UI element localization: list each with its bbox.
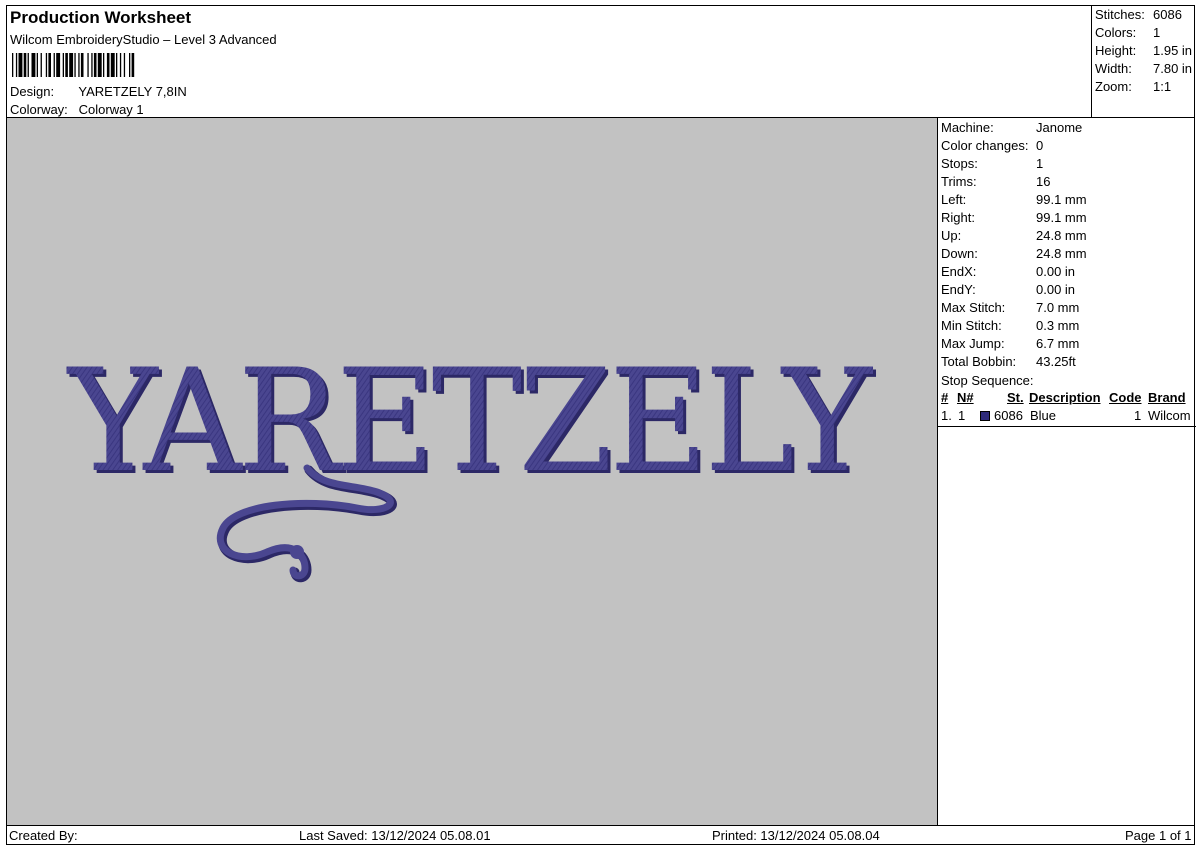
spec-value: 43.25ft: [1036, 354, 1076, 369]
summary-label: Width:: [1095, 61, 1132, 76]
software-name: Wilcom EmbroideryStudio – Level 3 Advanc…: [10, 32, 277, 47]
spec-row: Trims: 16: [941, 174, 1050, 192]
summary-value: 6086: [1153, 7, 1182, 22]
col-code: Code: [1109, 390, 1142, 405]
design-name: YARETZELY 7,8IN: [78, 84, 187, 99]
spec-label: Stops:: [941, 156, 978, 171]
spec-label: Left:: [941, 192, 967, 207]
spec-row: Left: 99.1 mm: [941, 192, 1087, 210]
spec-value: 16: [1036, 174, 1051, 189]
summary-width: Width: 7.80 in: [1095, 61, 1192, 76]
stop-sequence-header: # N# St. Description Code Brand: [938, 390, 1194, 408]
row-brand: Wilcom: [1148, 408, 1191, 423]
spec-row: EndX: 0.00 in: [941, 264, 1075, 282]
spec-label: Right:: [941, 210, 975, 225]
col-st: St.: [1007, 390, 1024, 405]
col-n: N#: [957, 390, 974, 405]
row-code: 1: [1134, 408, 1142, 423]
embroidery-design-image: YARETZELY YARETZELY: [66, 339, 880, 583]
spec-label: Machine:: [941, 120, 994, 135]
summary-height: Height: 1.95 in: [1095, 43, 1192, 58]
created-by: Created By:: [9, 828, 78, 843]
spec-row: Down: 24.8 mm: [941, 246, 1087, 264]
colorway-line: Colorway: Colorway 1: [10, 102, 144, 117]
spec-row: Max Stitch: 7.0 mm: [941, 300, 1079, 318]
summary-label: Height:: [1095, 43, 1137, 58]
spec-value: 0.3 mm: [1036, 318, 1080, 333]
spec-label: EndY:: [941, 282, 976, 297]
colorway-name: Colorway 1: [78, 102, 144, 117]
design-summary: Stitches: 6086 Colors: 1 Height: 1.95 in…: [1091, 5, 1195, 118]
design-preview-canvas: YARETZELY YARETZELY: [6, 117, 938, 826]
spec-label: Color changes:: [941, 138, 1029, 153]
spec-value: 99.1 mm: [1036, 210, 1087, 225]
spec-row: Total Bobbin: 43.25ft: [941, 354, 1076, 372]
summary-stitches: Stitches: 6086: [1095, 7, 1182, 22]
spec-label: Min Stitch:: [941, 318, 1002, 333]
design-text: YARETZELY: [66, 339, 873, 504]
spec-row: EndY: 0.00 in: [941, 282, 1075, 300]
summary-label: Zoom:: [1095, 79, 1132, 94]
spec-value: 99.1 mm: [1036, 192, 1087, 207]
spec-value: 24.8 mm: [1036, 228, 1087, 243]
spec-label: Max Stitch:: [941, 300, 1006, 315]
spec-value: 7.0 mm: [1036, 300, 1080, 315]
summary-value: 1.95 in: [1153, 43, 1193, 58]
col-description: Description: [1029, 390, 1101, 405]
spec-label: Max Jump:: [941, 336, 1005, 351]
worksheet-header: Production Worksheet Wilcom EmbroiderySt…: [6, 5, 1092, 118]
table-divider: [938, 426, 1196, 427]
last-saved: Last Saved: 13/12/2024 05.08.01: [299, 828, 491, 843]
barcode-image: [12, 53, 135, 77]
stop-sequence-title: Stop Sequence:: [941, 373, 1034, 388]
spec-value: 0: [1036, 138, 1044, 153]
summary-label: Colors:: [1095, 25, 1137, 40]
spec-row: Right: 99.1 mm: [941, 210, 1087, 228]
spec-label: Trims:: [941, 174, 977, 189]
col-num: #: [941, 390, 949, 405]
worksheet-footer: Created By: Last Saved: 13/12/2024 05.08…: [6, 825, 1195, 845]
row-description: Blue: [1030, 408, 1057, 423]
summary-zoom: Zoom: 1:1: [1095, 79, 1171, 94]
summary-colors: Colors: 1: [1095, 25, 1160, 40]
spec-label: Down:: [941, 246, 978, 261]
spec-row: Color changes: 0: [941, 138, 1043, 156]
design-lettering: YARETZELY YARETZELY: [66, 339, 880, 507]
summary-value: 1: [1153, 25, 1161, 40]
summary-value: 7.80 in: [1153, 61, 1193, 76]
design-line: Design: YARETZELY 7,8IN: [10, 84, 187, 99]
spec-value: 0.00 in: [1036, 282, 1076, 297]
spec-value: 0.00 in: [1036, 264, 1076, 279]
page-number: Page 1 of 1: [1125, 828, 1192, 843]
summary-label: Stitches:: [1095, 7, 1145, 22]
printed-date: Printed: 13/12/2024 05.08.04: [712, 828, 880, 843]
spec-row: Machine: Janome: [941, 120, 1082, 138]
row-num: 1.: [941, 408, 952, 423]
spec-value: 6.7 mm: [1036, 336, 1080, 351]
machine-specs-panel: Machine: Janome Color changes: 0 Stops: 1 Trim…: [937, 117, 1196, 826]
spec-row: Up: 24.8 mm: [941, 228, 1087, 246]
thread-color-swatch: [980, 411, 990, 421]
col-brand: Brand: [1148, 390, 1186, 405]
spec-value: 1: [1036, 156, 1044, 171]
summary-value: 1:1: [1153, 79, 1172, 94]
stop-sequence-row: 1. 1 6086 Blue 1 Wilcom: [938, 408, 1194, 426]
colorway-label: Colorway:: [10, 102, 68, 117]
spec-label: Up:: [941, 228, 962, 243]
design-label: Design:: [10, 84, 55, 99]
row-stitches: 6086: [994, 408, 1023, 423]
spec-label: EndX:: [941, 264, 977, 279]
worksheet-title: Production Worksheet: [10, 8, 192, 27]
spec-value: Janome: [1036, 120, 1083, 135]
spec-row: Max Jump: 6.7 mm: [941, 336, 1079, 354]
spec-row: Stops: 1: [941, 156, 1043, 174]
spec-label: Total Bobbin:: [941, 354, 1017, 369]
spec-value: 24.8 mm: [1036, 246, 1087, 261]
spec-row: Min Stitch: 0.3 mm: [941, 318, 1079, 336]
row-n: 1: [958, 408, 966, 423]
